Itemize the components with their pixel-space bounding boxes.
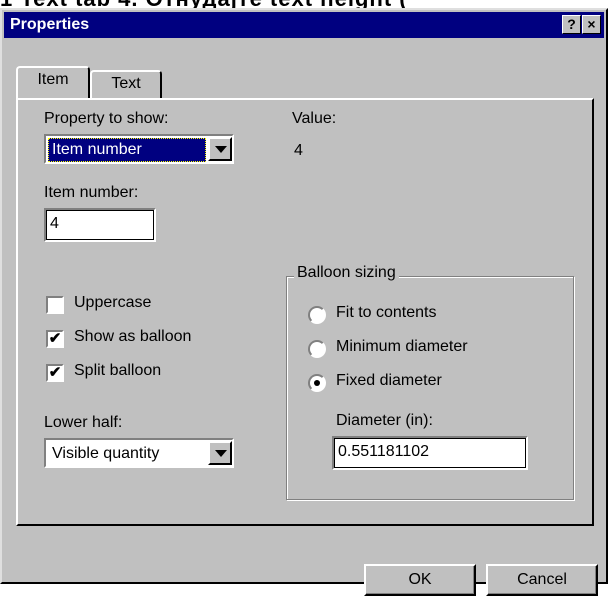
show-as-balloon-label: Show as balloon <box>74 328 192 345</box>
property-to-show-value: Item number <box>48 138 206 162</box>
lower-half-dropdown[interactable]: Visible quantity <box>44 438 234 468</box>
value-label: Value: <box>292 110 337 127</box>
minimum-diameter-label: Minimum diameter <box>336 338 468 355</box>
split-balloon-label: Split balloon <box>74 362 162 379</box>
fit-to-contents-label: Fit to contents <box>336 304 437 321</box>
close-button[interactable]: × <box>582 15 601 34</box>
ok-button[interactable]: OK <box>364 564 476 596</box>
help-button[interactable]: ? <box>562 15 581 34</box>
diameter-input[interactable]: 0.551181102 <box>332 436 528 470</box>
chevron-down-icon[interactable] <box>208 441 232 465</box>
minimum-diameter-radio[interactable] <box>308 340 326 358</box>
value-text: 4 <box>294 142 303 159</box>
chevron-down-icon[interactable] <box>208 137 232 161</box>
diameter-label: Diameter (in): <box>336 412 433 429</box>
fixed-diameter-radio[interactable] <box>308 374 326 392</box>
fixed-diameter-label: Fixed diameter <box>336 372 442 389</box>
property-to-show-label: Property to show: <box>44 110 169 127</box>
tab-item-label: Item <box>37 71 69 88</box>
balloon-sizing-title: Balloon sizing <box>294 264 399 282</box>
dialog-title: Properties <box>10 16 90 33</box>
item-number-label: Item number: <box>44 184 139 201</box>
split-balloon-checkbox[interactable]: ✔ <box>46 364 64 382</box>
uppercase-label: Uppercase <box>74 294 152 311</box>
lower-half-value: Visible quantity <box>52 445 160 462</box>
tab-text-label: Text <box>111 75 141 92</box>
fit-to-contents-radio[interactable] <box>308 306 326 324</box>
tab-item[interactable]: Item <box>16 66 90 98</box>
uppercase-checkbox[interactable] <box>46 296 64 314</box>
item-number-input[interactable]: 4 <box>44 208 156 242</box>
show-as-balloon-checkbox[interactable]: ✔ <box>46 330 64 348</box>
title-bar[interactable]: Properties ? × <box>4 12 604 38</box>
tab-text[interactable]: Text <box>90 70 162 98</box>
lower-half-label: Lower half: <box>44 414 123 431</box>
cancel-button[interactable]: Cancel <box>486 564 598 596</box>
properties-dialog: Properties ? × Item Text Property to sho… <box>0 8 608 584</box>
property-to-show-dropdown[interactable]: Item number <box>44 134 234 164</box>
